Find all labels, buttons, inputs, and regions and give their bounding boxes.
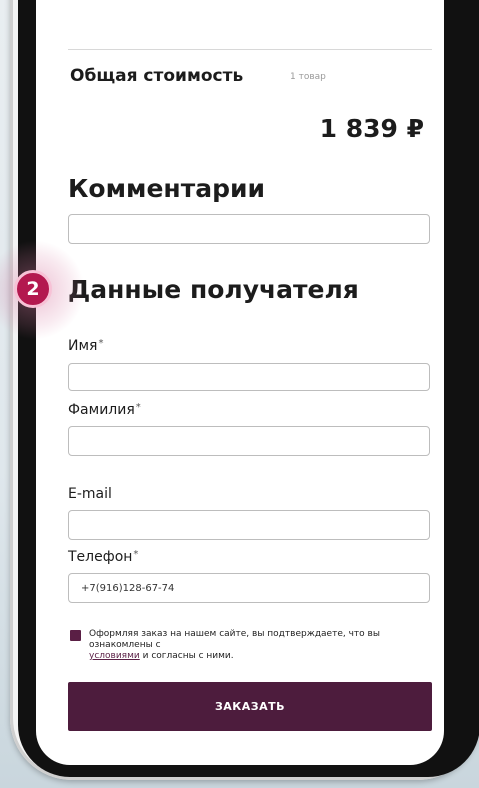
recipient-heading: Данные получателя (68, 275, 359, 304)
divider (68, 49, 432, 50)
agreement-checkbox[interactable] (70, 630, 81, 641)
phone-label-text: Телефон (68, 549, 133, 565)
terms-link[interactable]: условиями (89, 651, 140, 661)
item-count: 1 товар (290, 72, 326, 82)
first-name-label: Имя* (68, 338, 103, 354)
agreement-text-after: и согласны с ними. (142, 651, 234, 661)
required-mark: * (98, 338, 104, 349)
required-mark: * (135, 402, 141, 413)
order-button[interactable]: ЗАКАЗАТЬ (68, 682, 432, 731)
checkout-screen: Общая стоимость 1 товар 1 839 ₽ Коммента… (36, 0, 444, 765)
email-label: E-mail (68, 486, 112, 502)
comments-heading: Комментарии (68, 174, 265, 203)
required-mark: * (133, 549, 139, 560)
total-price: 1 839 ₽ (319, 114, 424, 143)
first-name-label-text: Имя (68, 338, 98, 354)
comments-input[interactable] (68, 214, 430, 244)
last-name-input[interactable] (68, 426, 430, 456)
first-name-input[interactable] (68, 363, 430, 391)
phone-label: Телефон* (68, 549, 138, 565)
phone-input[interactable] (68, 573, 430, 603)
last-name-label-text: Фамилия (68, 402, 135, 418)
agreement-text-before: Оформляя заказ на нашем сайте, вы подтве… (89, 629, 380, 650)
step-number-badge: 2 (14, 270, 52, 308)
email-input[interactable] (68, 510, 430, 540)
total-cost-label: Общая стоимость (70, 66, 244, 86)
agreement-text: Оформляя заказ на нашем сайте, вы подтве… (89, 629, 389, 662)
last-name-label: Фамилия* (68, 402, 141, 418)
